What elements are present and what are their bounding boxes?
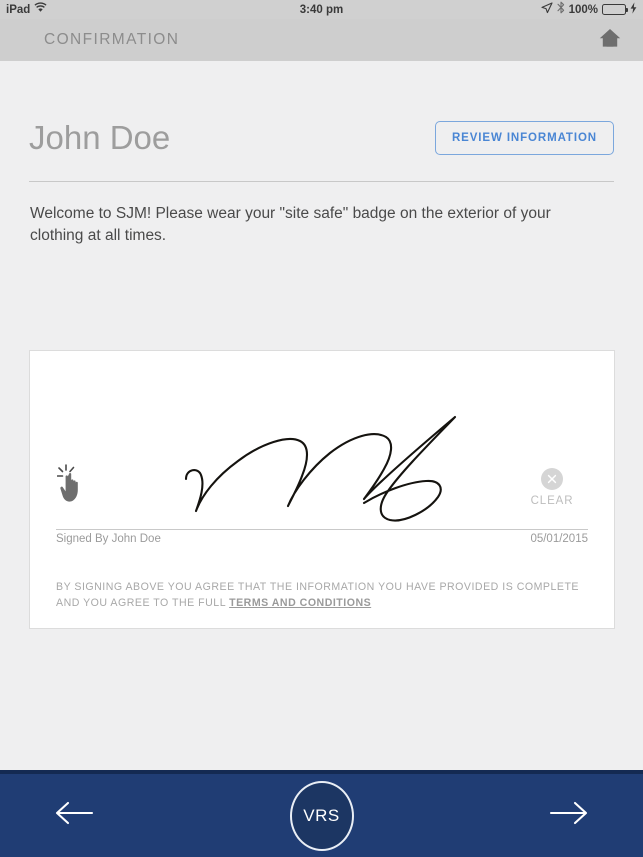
arrow-left-icon	[54, 799, 96, 832]
signed-by-label: Signed By John Doe	[56, 533, 161, 545]
signature-capture-area[interactable]: CLEAR	[30, 351, 614, 531]
close-circle-icon	[541, 468, 563, 490]
bottom-navigation-bar: VRS	[0, 770, 643, 857]
vrs-badge-label: VRS	[303, 805, 340, 825]
app-screen: iPad 3:40 pm 100% CONFIRMATION John Doe …	[0, 0, 643, 857]
battery-percent-label: 100%	[568, 3, 598, 16]
person-name: John Doe	[29, 119, 171, 156]
page-title: CONFIRMATION	[44, 31, 180, 48]
clear-signature-label: CLEAR	[530, 495, 574, 507]
arrow-right-icon	[547, 799, 589, 832]
lightning-bolt-icon	[630, 2, 637, 18]
terms-disclaimer: BY SIGNING ABOVE YOU AGREE THAT THE INFO…	[56, 579, 588, 612]
header-divider	[29, 181, 614, 182]
title-row: John Doe REVIEW INFORMATION	[29, 115, 614, 161]
review-information-button[interactable]: REVIEW INFORMATION	[434, 121, 614, 155]
location-arrow-icon	[541, 2, 553, 18]
signature-baseline	[56, 529, 588, 530]
welcome-message: Welcome to SJM! Please wear your "site s…	[30, 205, 551, 244]
signature-card: CLEAR Signed By John Doe 05/01/2015 BY S…	[29, 350, 615, 629]
ios-status-bar: iPad 3:40 pm 100%	[0, 0, 643, 19]
vrs-home-badge-button[interactable]: VRS	[289, 780, 354, 851]
bluetooth-icon	[557, 1, 565, 18]
battery-icon	[602, 4, 628, 15]
back-button[interactable]	[52, 793, 98, 839]
home-icon	[598, 27, 622, 54]
signature-meta: Signed By John Doe 05/01/2015	[56, 533, 588, 545]
home-button[interactable]	[597, 28, 623, 52]
clear-signature-button[interactable]: CLEAR	[521, 468, 583, 507]
status-bar-right: 100%	[541, 1, 637, 18]
forward-button[interactable]	[545, 793, 591, 839]
app-header: CONFIRMATION	[0, 19, 643, 61]
terms-and-conditions-link[interactable]: TERMS AND CONDITIONS	[229, 597, 371, 609]
signature-date: 05/01/2015	[530, 533, 588, 545]
page-content: John Doe REVIEW INFORMATION Welcome to S…	[0, 61, 643, 770]
